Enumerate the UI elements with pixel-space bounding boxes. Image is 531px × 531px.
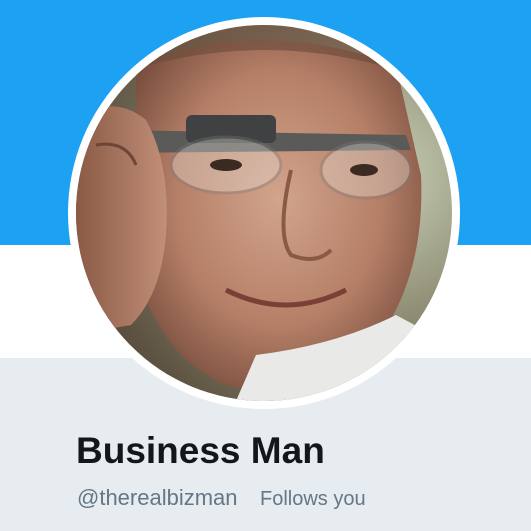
avatar[interactable] <box>76 25 452 401</box>
display-name: Business Man <box>76 430 325 471</box>
avatar-photo <box>76 25 452 401</box>
follows-you-badge: Follows you <box>259 488 366 510</box>
profile-card: Business Man @therealbizman Follows you <box>0 0 531 531</box>
avatar-border <box>68 17 460 409</box>
handle-row: @therealbizman Follows you <box>77 485 366 511</box>
user-handle[interactable]: @therealbizman <box>77 485 238 510</box>
